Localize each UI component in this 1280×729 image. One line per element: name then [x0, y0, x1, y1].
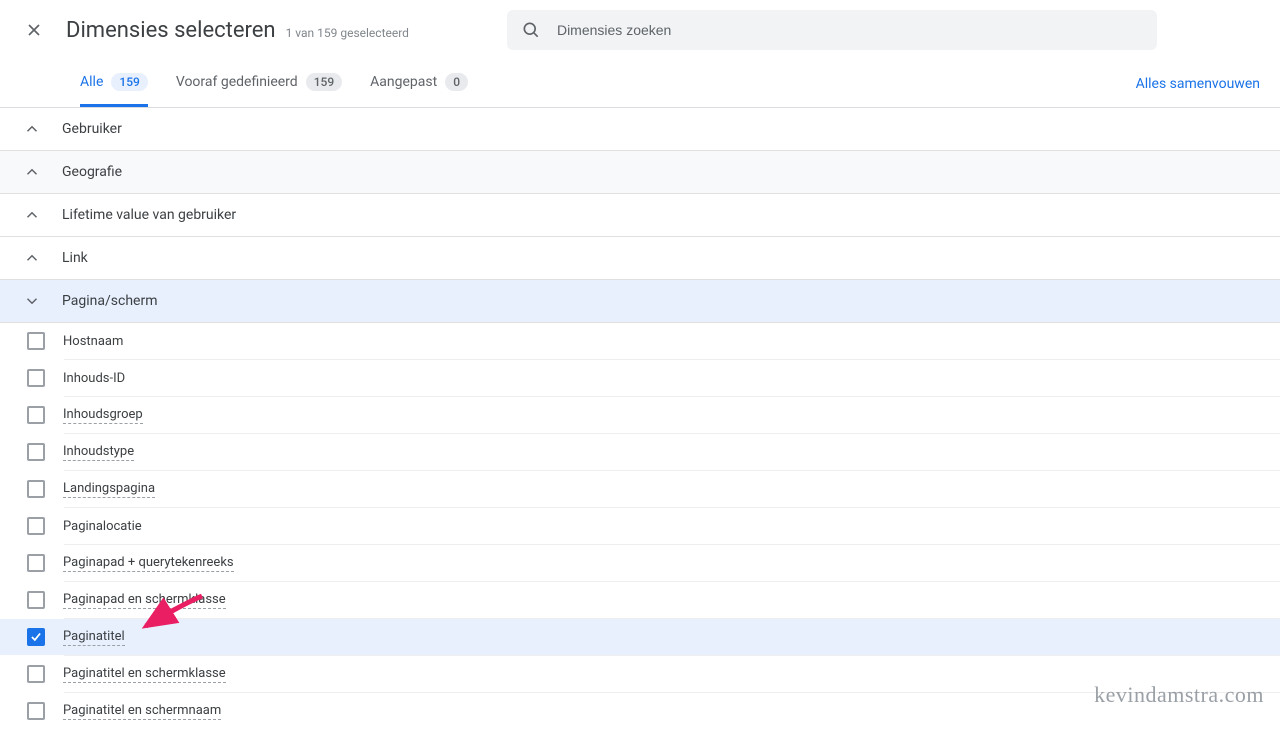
group-ltv[interactable]: Lifetime value van gebruiker — [0, 194, 1280, 237]
selection-count: 1 van 159 geselecteerd — [286, 26, 409, 40]
dimension-item-label: Hostnaam — [63, 334, 123, 349]
group-label: Lifetime value van gebruiker — [62, 207, 236, 223]
dimension-item[interactable]: Paginatitel en schermnaam — [0, 693, 1280, 729]
close-button[interactable] — [20, 16, 48, 44]
dimension-item[interactable]: Paginatitel en schermklasse — [0, 656, 1280, 692]
dimension-item[interactable]: Paginapad + querytekenreeks — [0, 545, 1280, 581]
dimension-item-label: Paginatitel — [63, 629, 125, 646]
dimension-group-list: Gebruiker Geografie Lifetime value van g… — [0, 108, 1280, 729]
tab-label: Vooraf gedefinieerd — [176, 74, 298, 90]
dimension-item[interactable]: Inhoudstype — [0, 434, 1280, 470]
chevron-up-icon — [20, 163, 44, 181]
group-page-screen[interactable]: Pagina/scherm — [0, 280, 1280, 323]
dimension-item-label: Paginapad + querytekenreeks — [63, 555, 234, 572]
chevron-up-icon — [20, 249, 44, 267]
dimension-item-label: Paginalocatie — [63, 519, 142, 534]
tab-all[interactable]: Alle 159 — [80, 60, 148, 107]
checkbox[interactable] — [27, 591, 45, 609]
dimension-item-label: Paginatitel en schermnaam — [63, 703, 221, 720]
search-container[interactable] — [507, 10, 1157, 50]
checkbox[interactable] — [27, 554, 45, 572]
dimension-item-label: Inhoudsgroep — [63, 407, 143, 424]
tab-label: Aangepast — [370, 74, 437, 90]
watermark: kevindamstra.com — [1094, 682, 1264, 708]
tab-count-badge: 0 — [445, 73, 468, 91]
page-screen-items: Hostnaam Inhouds-ID Inhoudsgroep Inhoudstyp… — [0, 323, 1280, 729]
dimension-item[interactable]: Inhouds-ID — [0, 360, 1280, 396]
dimension-item-label: Landingspagina — [63, 481, 155, 498]
dimension-item[interactable]: Paginapad en schermklasse — [0, 582, 1280, 618]
dimension-item-label: Paginatitel en schermklasse — [63, 666, 226, 683]
checkbox[interactable] — [27, 406, 45, 424]
checkbox[interactable] — [27, 628, 45, 646]
chevron-up-icon — [20, 120, 44, 138]
group-link[interactable]: Link — [0, 237, 1280, 280]
checkbox[interactable] — [27, 332, 45, 350]
group-label: Pagina/scherm — [62, 293, 157, 309]
tab-predefined[interactable]: Vooraf gedefinieerd 159 — [176, 60, 342, 107]
group-label: Geografie — [62, 164, 122, 180]
page-title: Dimensies selecteren — [66, 18, 276, 43]
dimension-item[interactable]: Hostnaam — [0, 323, 1280, 359]
collapse-all-button[interactable]: Alles samenvouwen — [1136, 76, 1260, 92]
checkbox[interactable] — [27, 369, 45, 387]
dimension-item-label: Paginapad en schermklasse — [63, 592, 226, 609]
group-user[interactable]: Gebruiker — [0, 108, 1280, 151]
dimension-item-label: Inhoudstype — [63, 444, 134, 461]
chevron-up-icon — [20, 206, 44, 224]
dimension-item[interactable]: Inhoudsgroep — [0, 397, 1280, 433]
search-input[interactable] — [557, 22, 1143, 38]
checkbox[interactable] — [27, 665, 45, 683]
group-label: Link — [62, 250, 88, 266]
chevron-down-icon — [20, 292, 44, 310]
group-geography[interactable]: Geografie — [0, 151, 1280, 194]
search-icon — [521, 20, 541, 40]
dimension-item[interactable]: Paginalocatie — [0, 508, 1280, 544]
checkbox[interactable] — [27, 702, 45, 720]
close-icon — [24, 20, 44, 40]
checkbox[interactable] — [27, 517, 45, 535]
tab-count-badge: 159 — [306, 73, 342, 91]
tab-custom[interactable]: Aangepast 0 — [370, 60, 468, 107]
dimension-item-label: Inhouds-ID — [63, 371, 125, 386]
tab-label: Alle — [80, 74, 103, 90]
group-label: Gebruiker — [62, 121, 122, 137]
checkbox[interactable] — [27, 480, 45, 498]
tab-count-badge: 159 — [111, 73, 147, 91]
dimension-item[interactable]: Landingspagina — [0, 471, 1280, 507]
checkbox[interactable] — [27, 443, 45, 461]
dimension-item[interactable]: Paginatitel — [0, 619, 1280, 655]
